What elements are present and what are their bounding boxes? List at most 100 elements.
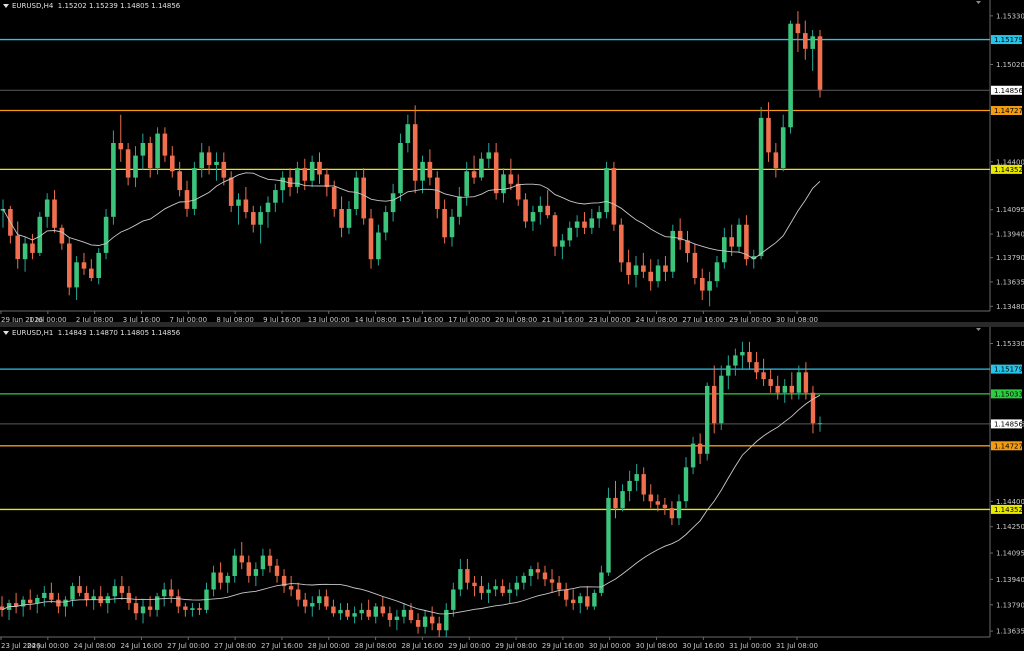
candle-body[interactable] xyxy=(729,237,734,247)
candle-body[interactable] xyxy=(346,209,352,228)
candle-body[interactable] xyxy=(162,133,168,156)
candle-body[interactable] xyxy=(669,508,675,519)
candle-body[interactable] xyxy=(655,501,660,505)
candle-body[interactable] xyxy=(232,555,237,576)
candle-body[interactable] xyxy=(782,385,787,393)
candle-body[interactable] xyxy=(81,262,87,269)
candle-body[interactable] xyxy=(662,504,668,509)
candle-body[interactable] xyxy=(560,240,565,247)
candle-body[interactable] xyxy=(147,606,153,610)
candle-body[interactable] xyxy=(775,385,780,393)
candle-body[interactable] xyxy=(535,569,541,573)
candle-body[interactable] xyxy=(795,23,801,34)
candle-body[interactable] xyxy=(302,168,308,181)
candle-body[interactable] xyxy=(177,171,182,191)
candle-body[interactable] xyxy=(810,392,816,424)
candle-body[interactable] xyxy=(564,589,569,600)
candle-body[interactable] xyxy=(633,265,639,275)
candle-body[interactable] xyxy=(714,262,720,282)
candle-body[interactable] xyxy=(383,212,389,233)
candle-body[interactable] xyxy=(740,352,745,356)
candle-body[interactable] xyxy=(523,199,528,222)
candle-body[interactable] xyxy=(280,177,285,191)
candle-body[interactable] xyxy=(225,575,230,583)
candle-body[interactable] xyxy=(451,589,456,610)
candle-body[interactable] xyxy=(676,501,682,519)
candle-body[interactable] xyxy=(309,161,315,181)
candle-body[interactable] xyxy=(56,599,61,607)
candle-body[interactable] xyxy=(479,158,484,178)
candle-body[interactable] xyxy=(442,209,447,238)
candle-body[interactable] xyxy=(133,603,139,614)
candle-body[interactable] xyxy=(390,193,396,213)
candle-body[interactable] xyxy=(49,592,54,600)
candle-body[interactable] xyxy=(368,218,374,260)
candle-body[interactable] xyxy=(464,171,469,197)
candle-body[interactable] xyxy=(324,596,329,607)
candle-body[interactable] xyxy=(288,586,294,590)
candle-body[interactable] xyxy=(641,265,646,272)
candle-body[interactable] xyxy=(747,352,752,363)
candle-body[interactable] xyxy=(112,586,117,597)
candle-body[interactable] xyxy=(690,443,696,468)
candle-body[interactable] xyxy=(317,161,322,175)
candle-body[interactable] xyxy=(239,555,244,563)
candle-body[interactable] xyxy=(493,586,498,590)
candle-body[interactable] xyxy=(552,215,558,247)
h4-chart-pane[interactable]: EURUSD,H4 1.15202 1.15239 1.14805 1.1485… xyxy=(0,0,1024,322)
candle-body[interactable] xyxy=(733,355,738,366)
candle-body[interactable] xyxy=(619,224,624,263)
candle-body[interactable] xyxy=(479,586,484,593)
candle-body[interactable] xyxy=(549,579,555,583)
candle-body[interactable] xyxy=(780,127,786,169)
candle-body[interactable] xyxy=(412,124,418,181)
candle-body[interactable] xyxy=(126,592,132,604)
candle-body[interactable] xyxy=(258,212,263,225)
candle-body[interactable] xyxy=(707,281,712,291)
candle-body[interactable] xyxy=(538,205,543,213)
candle-body[interactable] xyxy=(626,262,631,275)
candle-body[interactable] xyxy=(726,365,731,376)
candle-body[interactable] xyxy=(274,565,280,576)
candle-body[interactable] xyxy=(155,133,160,169)
candle-body[interactable] xyxy=(339,209,344,228)
candle-body[interactable] xyxy=(705,385,710,454)
candle-body[interactable] xyxy=(22,243,28,260)
candle-body[interactable] xyxy=(162,589,167,597)
candle-body[interactable] xyxy=(52,199,57,228)
candle-body[interactable] xyxy=(246,562,251,576)
candle-body[interactable] xyxy=(521,575,526,583)
candle-body[interactable] xyxy=(74,262,79,288)
candle-body[interactable] xyxy=(692,252,698,278)
candle-body[interactable] xyxy=(803,33,808,49)
candle-body[interactable] xyxy=(449,216,455,238)
candle-body[interactable] xyxy=(589,218,595,228)
candle-body[interactable] xyxy=(352,613,357,617)
candle-body[interactable] xyxy=(648,494,653,502)
candle-body[interactable] xyxy=(500,586,505,593)
candle-body[interactable] xyxy=(627,480,632,492)
candle-body[interactable] xyxy=(788,23,793,128)
candle-body[interactable] xyxy=(472,582,477,587)
candle-body[interactable] xyxy=(430,616,435,624)
candle-body[interactable] xyxy=(712,385,717,424)
candle-body[interactable] xyxy=(613,497,618,509)
candle-body[interactable] xyxy=(96,252,101,278)
candle-body[interactable] xyxy=(611,168,617,225)
candle-body[interactable] xyxy=(303,599,308,607)
candle-body[interactable] xyxy=(530,212,536,222)
candle-body[interactable] xyxy=(493,152,499,194)
candle-body[interactable] xyxy=(405,124,411,143)
candle-body[interactable] xyxy=(768,379,773,386)
candle-body[interactable] xyxy=(206,152,212,165)
candle-body[interactable] xyxy=(260,555,266,570)
candle-body[interactable] xyxy=(15,235,20,260)
candle-body[interactable] xyxy=(373,606,378,617)
candle-body[interactable] xyxy=(228,177,234,206)
candle-body[interactable] xyxy=(359,609,364,614)
candle-body[interactable] xyxy=(361,177,366,219)
candle-body[interactable] xyxy=(465,569,470,583)
candle-body[interactable] xyxy=(111,143,116,217)
h4-candlestick-chart[interactable]: 1.153301.150201.144001.140951.139401.137… xyxy=(0,0,1024,322)
candle-body[interactable] xyxy=(501,174,506,194)
